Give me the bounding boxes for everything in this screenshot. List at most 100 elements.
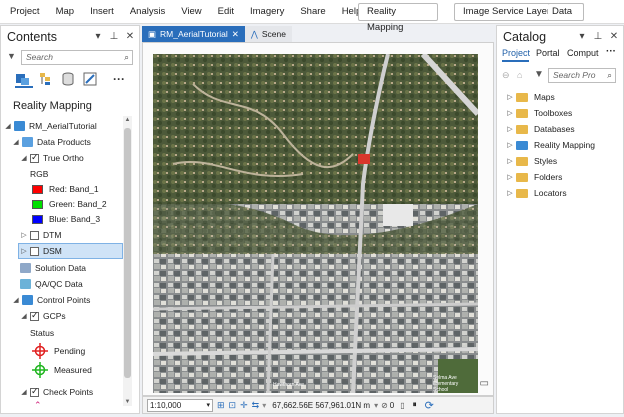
red-swatch[interactable] (32, 184, 43, 194)
catalog-item-toolboxes[interactable]: ▷ Toolboxes (506, 108, 572, 118)
true-ortho-checkbox[interactable] (30, 152, 39, 163)
collapsed-caret-icon[interactable]: ▷ (20, 247, 28, 255)
chevron-down-icon[interactable]: ▾ (262, 401, 266, 410)
measured-crosshair-icon[interactable] (32, 362, 48, 378)
collapsed-caret-icon[interactable]: ▷ (506, 189, 514, 197)
full-extent-icon[interactable]: ⊡ (229, 400, 237, 411)
contents-section-title: Reality Mapping (13, 100, 92, 112)
tree-row-check-points[interactable]: ◢ Check Points (20, 385, 93, 399)
collapsed-caret-icon[interactable]: ▷ (506, 157, 514, 165)
catalog-item-folders[interactable]: ▷ Folders (506, 172, 562, 182)
green-swatch[interactable] (32, 199, 43, 209)
catalog-search-input[interactable]: Search Pro ⌕ (548, 68, 616, 83)
back-icon[interactable]: ⊖ (502, 70, 510, 81)
expanded-caret-icon[interactable]: ◢ (20, 312, 28, 320)
tree-row-control-points[interactable]: ◢ Control Points (12, 293, 90, 307)
menu-analysis[interactable]: Analysis (122, 0, 173, 24)
collapsed-caret-icon[interactable]: ▷ (506, 141, 514, 149)
tree-row-dtm[interactable]: ▷ DTM (20, 228, 61, 242)
menu-imagery[interactable]: Imagery (242, 0, 292, 24)
list-by-source-icon[interactable] (39, 72, 55, 88)
rotation-icon[interactable]: ⇆ (252, 400, 260, 411)
collapsed-caret-icon[interactable]: ▷ (506, 173, 514, 181)
pending-crosshair-icon[interactable] (32, 343, 48, 359)
tab-rm-aerial-tutorial[interactable]: ▣ RM_AerialTutorial ✕ (142, 26, 245, 42)
data-tab[interactable]: Data (548, 3, 584, 21)
contents-scrollbar[interactable]: ▲ ▼ (123, 116, 132, 406)
tree-label-solution-data: Solution Data (35, 263, 87, 273)
scroll-up-icon[interactable]: ▲ (123, 117, 132, 123)
scroll-down-icon[interactable]: ▼ (123, 399, 132, 405)
filter-icon[interactable]: ▼ (534, 69, 544, 80)
collapsed-caret-icon[interactable]: ▷ (506, 125, 514, 133)
menu-edit[interactable]: Edit (210, 0, 242, 24)
catalog-tab-computer[interactable]: Comput (567, 48, 599, 58)
catalog-item-locators[interactable]: ▷ Locators (506, 188, 566, 198)
fixed-zoom-icon[interactable]: ⊞ (217, 400, 225, 411)
tree-row-data-products[interactable]: ◢ Data Products (12, 135, 91, 149)
pan-icon[interactable]: ✛ (240, 400, 248, 411)
expanded-caret-icon[interactable]: ◢ (4, 122, 12, 130)
collapsed-caret-icon[interactable]: ▷ (20, 231, 28, 239)
map-tips-icon[interactable]: ▭ (480, 378, 489, 389)
close-icon[interactable]: ✕ (609, 31, 619, 42)
gcps-checkbox[interactable] (30, 310, 39, 321)
tree-label-true-ortho: True Ortho (43, 153, 84, 163)
dsm-checkbox[interactable] (30, 246, 39, 256)
filter-icon[interactable]: ▼ (7, 51, 16, 61)
tree-row-dsm[interactable]: ▷ DSM (20, 244, 62, 258)
refresh-icon[interactable]: ⟳ (425, 399, 434, 412)
menu-map[interactable]: Map (48, 0, 82, 24)
catalog-tab-portal[interactable]: Portal (536, 48, 560, 58)
scale-selector[interactable]: 1:10,000 ▾ (147, 398, 213, 412)
catalog-item-reality-mapping[interactable]: ▷ Reality Mapping (506, 140, 595, 150)
menu-project[interactable]: Project (0, 0, 48, 24)
chevron-down-icon[interactable]: ▾ (93, 31, 103, 42)
tree-row-qaqc[interactable]: QA/QC Data (20, 277, 83, 291)
expanded-caret-icon[interactable]: ◢ (12, 138, 20, 146)
tree-row-root[interactable]: ◢ RM_AerialTutorial (4, 119, 97, 133)
tree-label-control-points: Control Points (37, 295, 91, 305)
coordinate-dropdown-icon[interactable]: ▾ (374, 401, 378, 410)
aerial-imagery[interactable] (153, 54, 478, 393)
expanded-caret-icon[interactable]: ◢ (20, 154, 28, 162)
database-icon[interactable] (61, 72, 77, 88)
tree-row-solution-data[interactable]: Solution Data (20, 261, 86, 275)
pause-drawing-icon[interactable]: ⏸ (413, 400, 417, 410)
table-icon[interactable]: ▯ (400, 401, 404, 410)
chevron-down-icon[interactable]: ▾ (577, 31, 587, 42)
list-by-drawing-order-icon[interactable] (15, 72, 33, 88)
more-options-icon[interactable]: ··· (113, 72, 125, 86)
selection-count-icon: ⊘ (381, 400, 388, 410)
tree-label-dsm: DSM (43, 246, 62, 256)
expanded-caret-icon[interactable]: ◢ (12, 296, 20, 304)
close-icon[interactable]: ✕ (125, 31, 135, 42)
tree-row-gcps[interactable]: ◢ GCPs (20, 309, 65, 323)
expanded-caret-icon[interactable]: ◢ (20, 388, 28, 396)
pin-icon[interactable]: ⊥ (109, 31, 119, 42)
contents-scroll-thumb[interactable] (124, 128, 131, 378)
map-canvas[interactable]: Hawthorn Ave Selma Ave Elementary School… (142, 42, 494, 396)
check-points-checkbox[interactable] (30, 386, 39, 397)
menu-share[interactable]: Share (292, 0, 333, 24)
catalog-item-maps[interactable]: ▷ Maps (506, 92, 555, 102)
pin-icon[interactable]: ⊥ (593, 31, 603, 42)
catalog-item-databases[interactable]: ▷ Databases (506, 124, 574, 134)
dtm-checkbox[interactable] (30, 230, 39, 240)
more-options-icon[interactable]: ··· (606, 46, 616, 57)
menu-view[interactable]: View (173, 0, 209, 24)
catalog-item-styles[interactable]: ▷ Styles (506, 156, 557, 166)
collapsed-caret-icon[interactable]: ▷ (506, 93, 514, 101)
collapsed-caret-icon[interactable]: ▷ (506, 109, 514, 117)
tab-scene[interactable]: ⋀ Scene (244, 26, 292, 42)
tree-row-true-ortho[interactable]: ◢ True Ortho (20, 151, 84, 165)
list-by-snapping-icon[interactable] (83, 72, 99, 88)
home-icon[interactable]: ⌂ (517, 70, 522, 80)
close-icon[interactable]: ✕ (232, 26, 239, 42)
blue-swatch[interactable] (32, 214, 43, 224)
menu-insert[interactable]: Insert (82, 0, 122, 24)
catalog-tab-project[interactable]: Project (502, 48, 530, 58)
reality-mapping-tab[interactable]: Reality Mapping (358, 3, 438, 33)
styles-folder-icon (516, 156, 528, 166)
contents-search-input[interactable]: Search ⌕ (21, 50, 133, 65)
